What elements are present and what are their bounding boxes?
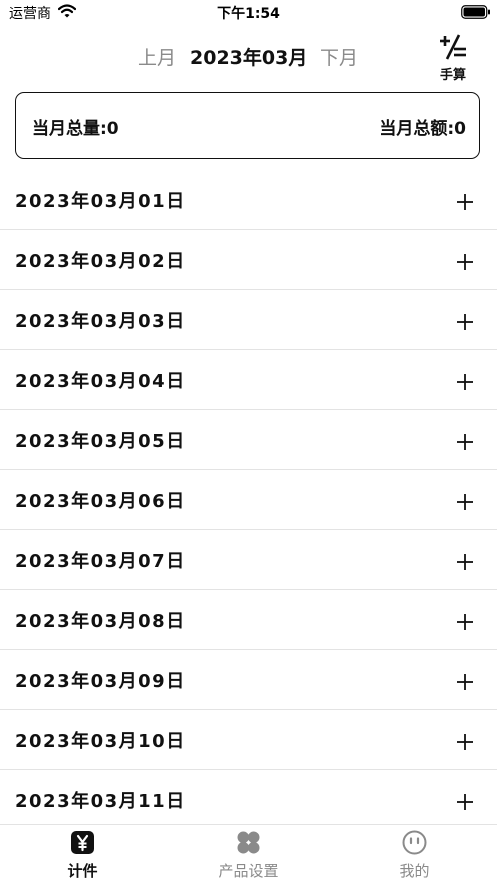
date-row[interactable]: 2023年03月05日 xyxy=(0,410,497,470)
tab-label: 计件 xyxy=(67,862,98,880)
plus-minus-icon xyxy=(440,34,466,60)
battery-icon xyxy=(461,5,490,19)
plus-icon xyxy=(457,313,473,330)
date-label: 2023年03月03日 xyxy=(15,310,186,332)
tab-piecework[interactable]: 计件 xyxy=(0,825,165,883)
date-row[interactable]: 2023年03月01日 xyxy=(0,170,497,230)
clock: 下午1:54 xyxy=(217,6,280,22)
plus-icon xyxy=(457,673,473,690)
current-month-label: 2023年03月 xyxy=(190,47,308,69)
date-row[interactable]: 2023年03月02日 xyxy=(0,230,497,290)
date-row[interactable]: 2023年03月11日 xyxy=(0,770,497,824)
date-label: 2023年03月06日 xyxy=(15,490,186,512)
add-entry-button[interactable] xyxy=(455,192,475,212)
add-entry-button[interactable] xyxy=(455,312,475,332)
add-entry-button[interactable] xyxy=(455,552,475,572)
plus-icon xyxy=(457,433,473,450)
date-row[interactable]: 2023年03月06日 xyxy=(0,470,497,530)
date-row[interactable]: 2023年03月08日 xyxy=(0,590,497,650)
tab-label: 产品设置 xyxy=(218,862,279,880)
plus-icon xyxy=(457,733,473,750)
plus-icon xyxy=(457,493,473,510)
add-entry-button[interactable] xyxy=(455,792,475,812)
date-label: 2023年03月09日 xyxy=(15,670,186,692)
date-label: 2023年03月01日 xyxy=(15,190,186,212)
add-entry-button[interactable] xyxy=(455,612,475,632)
date-label: 2023年03月02日 xyxy=(15,250,186,272)
prev-month-button[interactable]: 上月 xyxy=(138,44,176,72)
tab-mine[interactable]: 我的 xyxy=(332,825,497,883)
plus-icon xyxy=(457,253,473,270)
monthly-summary-card: 当月总量:0 当月总额:0 xyxy=(15,92,480,159)
add-entry-button[interactable] xyxy=(455,492,475,512)
add-entry-button[interactable] xyxy=(455,432,475,452)
plus-icon xyxy=(457,553,473,570)
add-entry-button[interactable] xyxy=(455,732,475,752)
add-entry-button[interactable] xyxy=(455,672,475,692)
yuan-icon xyxy=(71,831,94,854)
tab-product-settings[interactable]: 产品设置 xyxy=(166,825,331,883)
date-label: 2023年03月04日 xyxy=(15,370,186,392)
date-label: 2023年03月05日 xyxy=(15,430,186,452)
status-bar: 运营商 下午1:54 xyxy=(0,0,497,26)
tab-bar: 计件 产品设置 我的 xyxy=(0,824,497,883)
plus-icon xyxy=(457,373,473,390)
next-month-button[interactable]: 下月 xyxy=(320,44,358,72)
date-label: 2023年03月11日 xyxy=(15,790,186,812)
month-navigator: 上月 2023年03月 下月 xyxy=(0,44,497,74)
date-list: 2023年03月01日 2023年03月02日 2023年03月03日 2023年03… xyxy=(0,170,497,824)
monthly-total-amount: 当月总额:0 xyxy=(379,119,466,139)
date-label: 2023年03月07日 xyxy=(15,550,186,572)
tab-label: 我的 xyxy=(399,862,430,880)
date-label: 2023年03月10日 xyxy=(15,730,186,752)
plus-icon xyxy=(457,613,473,630)
date-label: 2023年03月08日 xyxy=(15,610,186,632)
date-row[interactable]: 2023年03月10日 xyxy=(0,710,497,770)
manual-calc-button[interactable]: 手算 xyxy=(433,34,473,83)
add-entry-button[interactable] xyxy=(455,372,475,392)
date-row[interactable]: 2023年03月03日 xyxy=(0,290,497,350)
manual-calc-label: 手算 xyxy=(439,68,466,83)
smiley-icon xyxy=(402,830,427,855)
date-row[interactable]: 2023年03月07日 xyxy=(0,530,497,590)
plus-icon xyxy=(457,193,473,210)
add-entry-button[interactable] xyxy=(455,252,475,272)
monthly-total-quantity: 当月总量:0 xyxy=(32,119,119,139)
clover-icon xyxy=(237,831,260,854)
plus-icon xyxy=(457,793,473,810)
date-row[interactable]: 2023年03月04日 xyxy=(0,350,497,410)
date-row[interactable]: 2023年03月09日 xyxy=(0,650,497,710)
